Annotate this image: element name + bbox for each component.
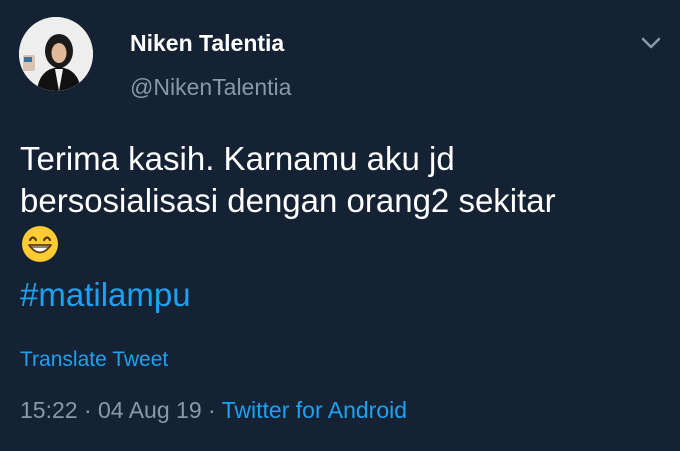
source-app-link[interactable]: Twitter for Android bbox=[222, 397, 407, 423]
meta-separator: · bbox=[201, 397, 222, 423]
tweet-card: Niken Talentia @NikenTalentia Terima kas… bbox=[0, 0, 680, 451]
tweet-metadata: 15:22 · 04 Aug 19 · Twitter for Android bbox=[20, 397, 407, 424]
avatar[interactable] bbox=[19, 17, 93, 91]
display-name[interactable]: Niken Talentia bbox=[130, 30, 284, 57]
translate-tweet-link[interactable]: Translate Tweet bbox=[20, 348, 168, 372]
profile-photo-icon bbox=[19, 17, 93, 91]
grinning-face-emoji-icon bbox=[20, 224, 60, 264]
tweet-date[interactable]: 04 Aug 19 bbox=[98, 397, 202, 423]
hashtag-link[interactable]: #matilampu bbox=[20, 274, 191, 316]
tweet-time: 15:22 bbox=[20, 397, 78, 423]
tweet-text-line: Terima kasih. Karnamu aku jd bbox=[20, 140, 455, 177]
chevron-down-icon[interactable] bbox=[640, 34, 662, 52]
user-handle[interactable]: @NikenTalentia bbox=[130, 74, 291, 101]
tweet-text-line: bersosialisasi dengan orang2 sekitar bbox=[20, 182, 556, 219]
tweet-text: Terima kasih. Karnamu aku jd bersosialis… bbox=[20, 138, 670, 316]
meta-separator: · bbox=[77, 397, 99, 423]
